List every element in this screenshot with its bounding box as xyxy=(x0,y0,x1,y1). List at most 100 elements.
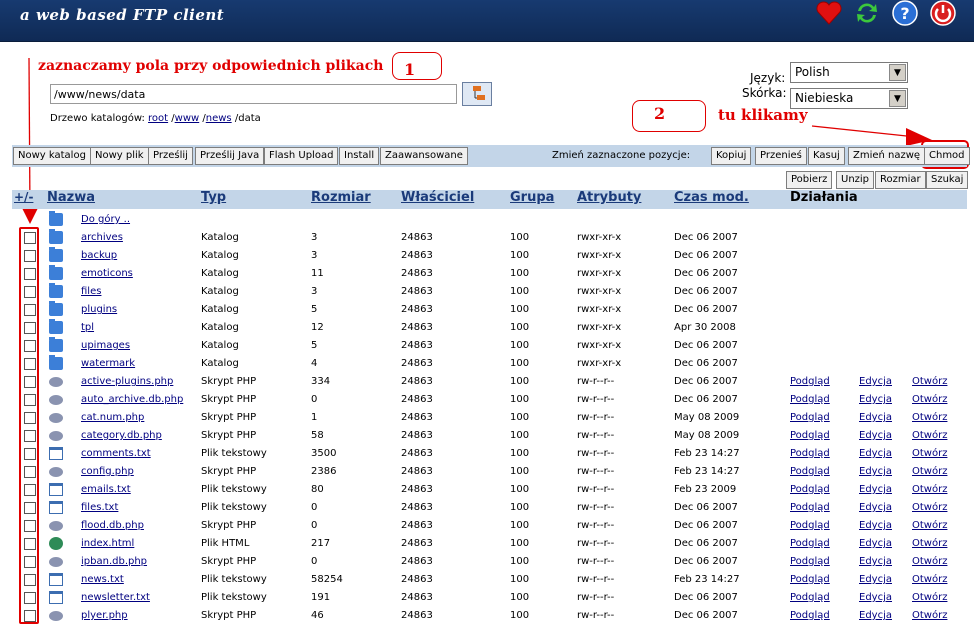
column-header-attributes[interactable]: Atrybuty xyxy=(577,190,641,208)
file-name-link[interactable]: files xyxy=(81,286,101,297)
column-header-owner[interactable]: Właściciel xyxy=(401,190,474,208)
download-button[interactable]: Pobierz xyxy=(786,171,833,189)
file-name-link[interactable]: watermark xyxy=(81,358,135,369)
preview-link[interactable]: Podgląd xyxy=(790,484,830,495)
move-button[interactable]: Przenieś xyxy=(755,147,807,165)
file-name-link[interactable]: plugins xyxy=(81,304,117,315)
preview-link[interactable]: Podgląd xyxy=(790,502,830,513)
row-checkbox[interactable] xyxy=(24,340,36,352)
chmod-button[interactable]: Chmod xyxy=(924,147,970,165)
path-input[interactable] xyxy=(50,84,457,104)
edit-link[interactable]: Edycja xyxy=(859,412,892,423)
row-checkbox[interactable] xyxy=(24,538,36,550)
preview-link[interactable]: Podgląd xyxy=(790,394,830,405)
file-name-link[interactable]: tpl xyxy=(81,322,94,333)
row-checkbox[interactable] xyxy=(24,430,36,442)
row-checkbox[interactable] xyxy=(24,610,36,622)
row-checkbox[interactable] xyxy=(24,556,36,568)
open-link[interactable]: Otwórz xyxy=(912,538,947,549)
language-select[interactable]: Polish ▼ xyxy=(790,62,908,83)
file-name-link[interactable]: backup xyxy=(81,250,117,261)
flash-upload-button[interactable]: Flash Upload xyxy=(264,147,339,165)
file-name-link[interactable]: config.php xyxy=(81,466,134,477)
breadcrumb-root[interactable]: root xyxy=(148,113,168,124)
row-checkbox[interactable] xyxy=(24,448,36,460)
edit-link[interactable]: Edycja xyxy=(859,502,892,513)
open-link[interactable]: Otwórz xyxy=(912,430,947,441)
row-checkbox[interactable] xyxy=(24,322,36,334)
edit-link[interactable]: Edycja xyxy=(859,520,892,531)
open-link[interactable]: Otwórz xyxy=(912,610,947,621)
edit-link[interactable]: Edycja xyxy=(859,610,892,621)
row-checkbox[interactable] xyxy=(24,502,36,514)
size-button[interactable]: Rozmiar xyxy=(875,171,926,189)
preview-link[interactable]: Podgląd xyxy=(790,592,830,603)
preview-link[interactable]: Podgląd xyxy=(790,412,830,423)
edit-link[interactable]: Edycja xyxy=(859,376,892,387)
edit-link[interactable]: Edycja xyxy=(859,538,892,549)
unzip-button[interactable]: Unzip xyxy=(836,171,875,189)
file-name-link[interactable]: files.txt xyxy=(81,502,118,513)
file-name-link[interactable]: emoticons xyxy=(81,268,133,279)
open-link[interactable]: Otwórz xyxy=(912,502,947,513)
file-name-link[interactable]: plyer.php xyxy=(81,610,128,621)
open-link[interactable]: Otwórz xyxy=(912,412,947,423)
edit-link[interactable]: Edycja xyxy=(859,574,892,585)
search-button[interactable]: Szukaj xyxy=(926,171,969,189)
open-link[interactable]: Otwórz xyxy=(912,556,947,567)
row-checkbox[interactable] xyxy=(24,574,36,586)
column-header-mtime[interactable]: Czas mod. xyxy=(674,190,749,208)
copy-button[interactable]: Kopiuj xyxy=(711,147,752,165)
row-checkbox[interactable] xyxy=(24,412,36,424)
row-checkbox[interactable] xyxy=(24,484,36,496)
preview-link[interactable]: Podgląd xyxy=(790,520,830,531)
upload-button[interactable]: Prześlij xyxy=(148,147,193,165)
preview-link[interactable]: Podgląd xyxy=(790,574,830,585)
open-link[interactable]: Otwórz xyxy=(912,592,947,603)
row-checkbox[interactable] xyxy=(24,232,36,244)
row-checkbox[interactable] xyxy=(24,268,36,280)
row-checkbox[interactable] xyxy=(24,466,36,478)
open-link[interactable]: Otwórz xyxy=(912,574,947,585)
row-checkbox[interactable] xyxy=(24,592,36,604)
file-name-link[interactable]: index.html xyxy=(81,538,134,549)
column-header-name[interactable]: Nazwa xyxy=(47,190,95,208)
file-name-link[interactable]: upimages xyxy=(81,340,130,351)
upload-java-button[interactable]: Prześlij Java xyxy=(195,147,265,165)
breadcrumb-www[interactable]: www xyxy=(175,113,200,124)
new-file-button[interactable]: Nowy plik xyxy=(90,147,149,165)
edit-link[interactable]: Edycja xyxy=(859,430,892,441)
new-folder-button[interactable]: Nowy katalog xyxy=(13,147,91,165)
toggle-all-checkboxes[interactable]: +/- xyxy=(14,190,33,208)
file-name-link[interactable]: active-plugins.php xyxy=(81,376,173,387)
preview-link[interactable]: Podgląd xyxy=(790,448,830,459)
row-checkbox[interactable] xyxy=(24,394,36,406)
skin-select[interactable]: Niebieska ▼ xyxy=(790,88,908,109)
open-link[interactable]: Otwórz xyxy=(912,520,947,531)
open-link[interactable]: Otwórz xyxy=(912,448,947,459)
row-checkbox[interactable] xyxy=(24,304,36,316)
advanced-button[interactable]: Zaawansowane xyxy=(380,147,468,165)
file-name-link[interactable]: newsletter.txt xyxy=(81,592,150,603)
edit-link[interactable]: Edycja xyxy=(859,484,892,495)
preview-link[interactable]: Podgląd xyxy=(790,538,830,549)
breadcrumb-news[interactable]: news xyxy=(206,113,232,124)
edit-link[interactable]: Edycja xyxy=(859,394,892,405)
preview-link[interactable]: Podgląd xyxy=(790,430,830,441)
file-name-link[interactable]: cat.num.php xyxy=(81,412,144,423)
row-checkbox[interactable] xyxy=(24,520,36,532)
row-checkbox[interactable] xyxy=(24,250,36,262)
file-name-link[interactable]: emails.txt xyxy=(81,484,131,495)
edit-link[interactable]: Edycja xyxy=(859,592,892,603)
file-name-link[interactable]: comments.txt xyxy=(81,448,151,459)
file-name-link[interactable]: flood.db.php xyxy=(81,520,144,531)
rename-button[interactable]: Zmień nazwę xyxy=(848,147,926,165)
column-header-size[interactable]: Rozmiar xyxy=(311,190,371,208)
preview-link[interactable]: Podgląd xyxy=(790,610,830,621)
edit-link[interactable]: Edycja xyxy=(859,448,892,459)
column-header-type[interactable]: Typ xyxy=(201,190,226,208)
edit-link[interactable]: Edycja xyxy=(859,466,892,477)
preview-link[interactable]: Podgląd xyxy=(790,556,830,567)
file-name-link[interactable]: archives xyxy=(81,232,123,243)
up-directory-link[interactable]: Do góry .. xyxy=(81,214,130,225)
